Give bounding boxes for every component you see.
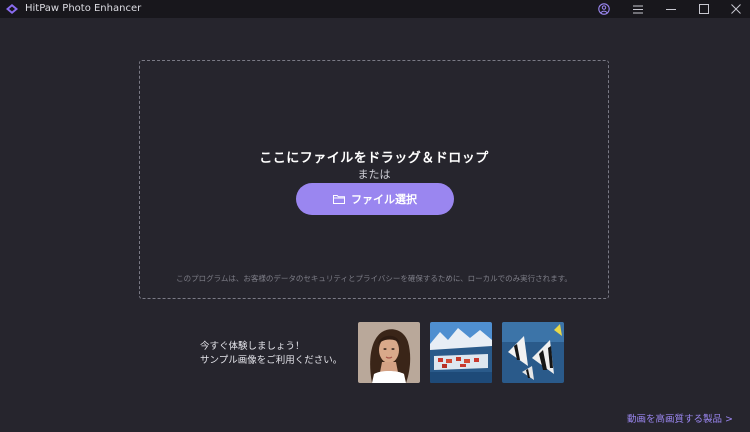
snowy-village-image <box>430 322 492 383</box>
menu-button[interactable] <box>629 1 647 17</box>
select-file-label: ファイル選択 <box>351 193 417 206</box>
sample-image-fish[interactable] <box>502 322 564 383</box>
sample-prompt-line2: サンプル画像をご利用ください。 <box>200 355 343 366</box>
hitpaw-logo-icon <box>6 4 18 14</box>
sample-prompt: 今すぐ体験しましょう！ サンプル画像をご利用ください。 <box>200 340 342 368</box>
select-file-button[interactable]: ファイル選択 <box>296 183 454 215</box>
maximize-button[interactable] <box>695 1 713 17</box>
sample-prompt-line1: 今すぐ体験しましょう！ <box>200 341 305 352</box>
angelfish-image <box>502 322 564 383</box>
app-title: HitPaw Photo Enhancer <box>25 3 142 14</box>
privacy-note: このプログラムは、お客様のデータのセキュリティとプライバシーを確保するために、ロ… <box>176 274 572 283</box>
account-icon <box>598 3 610 15</box>
drop-title: ここにファイルをドラッグ＆ドロップ <box>259 151 489 166</box>
file-drop-zone[interactable]: ここにファイルをドラッグ＆ドロップ または ファイル選択 このプログラムは、お客… <box>139 60 609 299</box>
title-bar: HitPaw Photo Enhancer <box>0 0 750 18</box>
close-button[interactable] <box>727 1 745 17</box>
menu-icon <box>633 5 643 13</box>
folder-icon <box>333 195 345 204</box>
sample-image-woman[interactable] <box>358 322 420 383</box>
minimize-button[interactable] <box>662 1 680 17</box>
maximize-icon <box>699 4 709 14</box>
account-button[interactable] <box>595 1 613 17</box>
sample-image-village[interactable] <box>430 322 492 383</box>
woman-portrait-image <box>358 322 420 383</box>
close-icon <box>731 4 741 14</box>
minimize-icon <box>666 9 676 10</box>
video-enhancer-link[interactable]: 動画を高画質する製品 > <box>627 411 733 425</box>
drop-or-text: または <box>357 168 391 181</box>
